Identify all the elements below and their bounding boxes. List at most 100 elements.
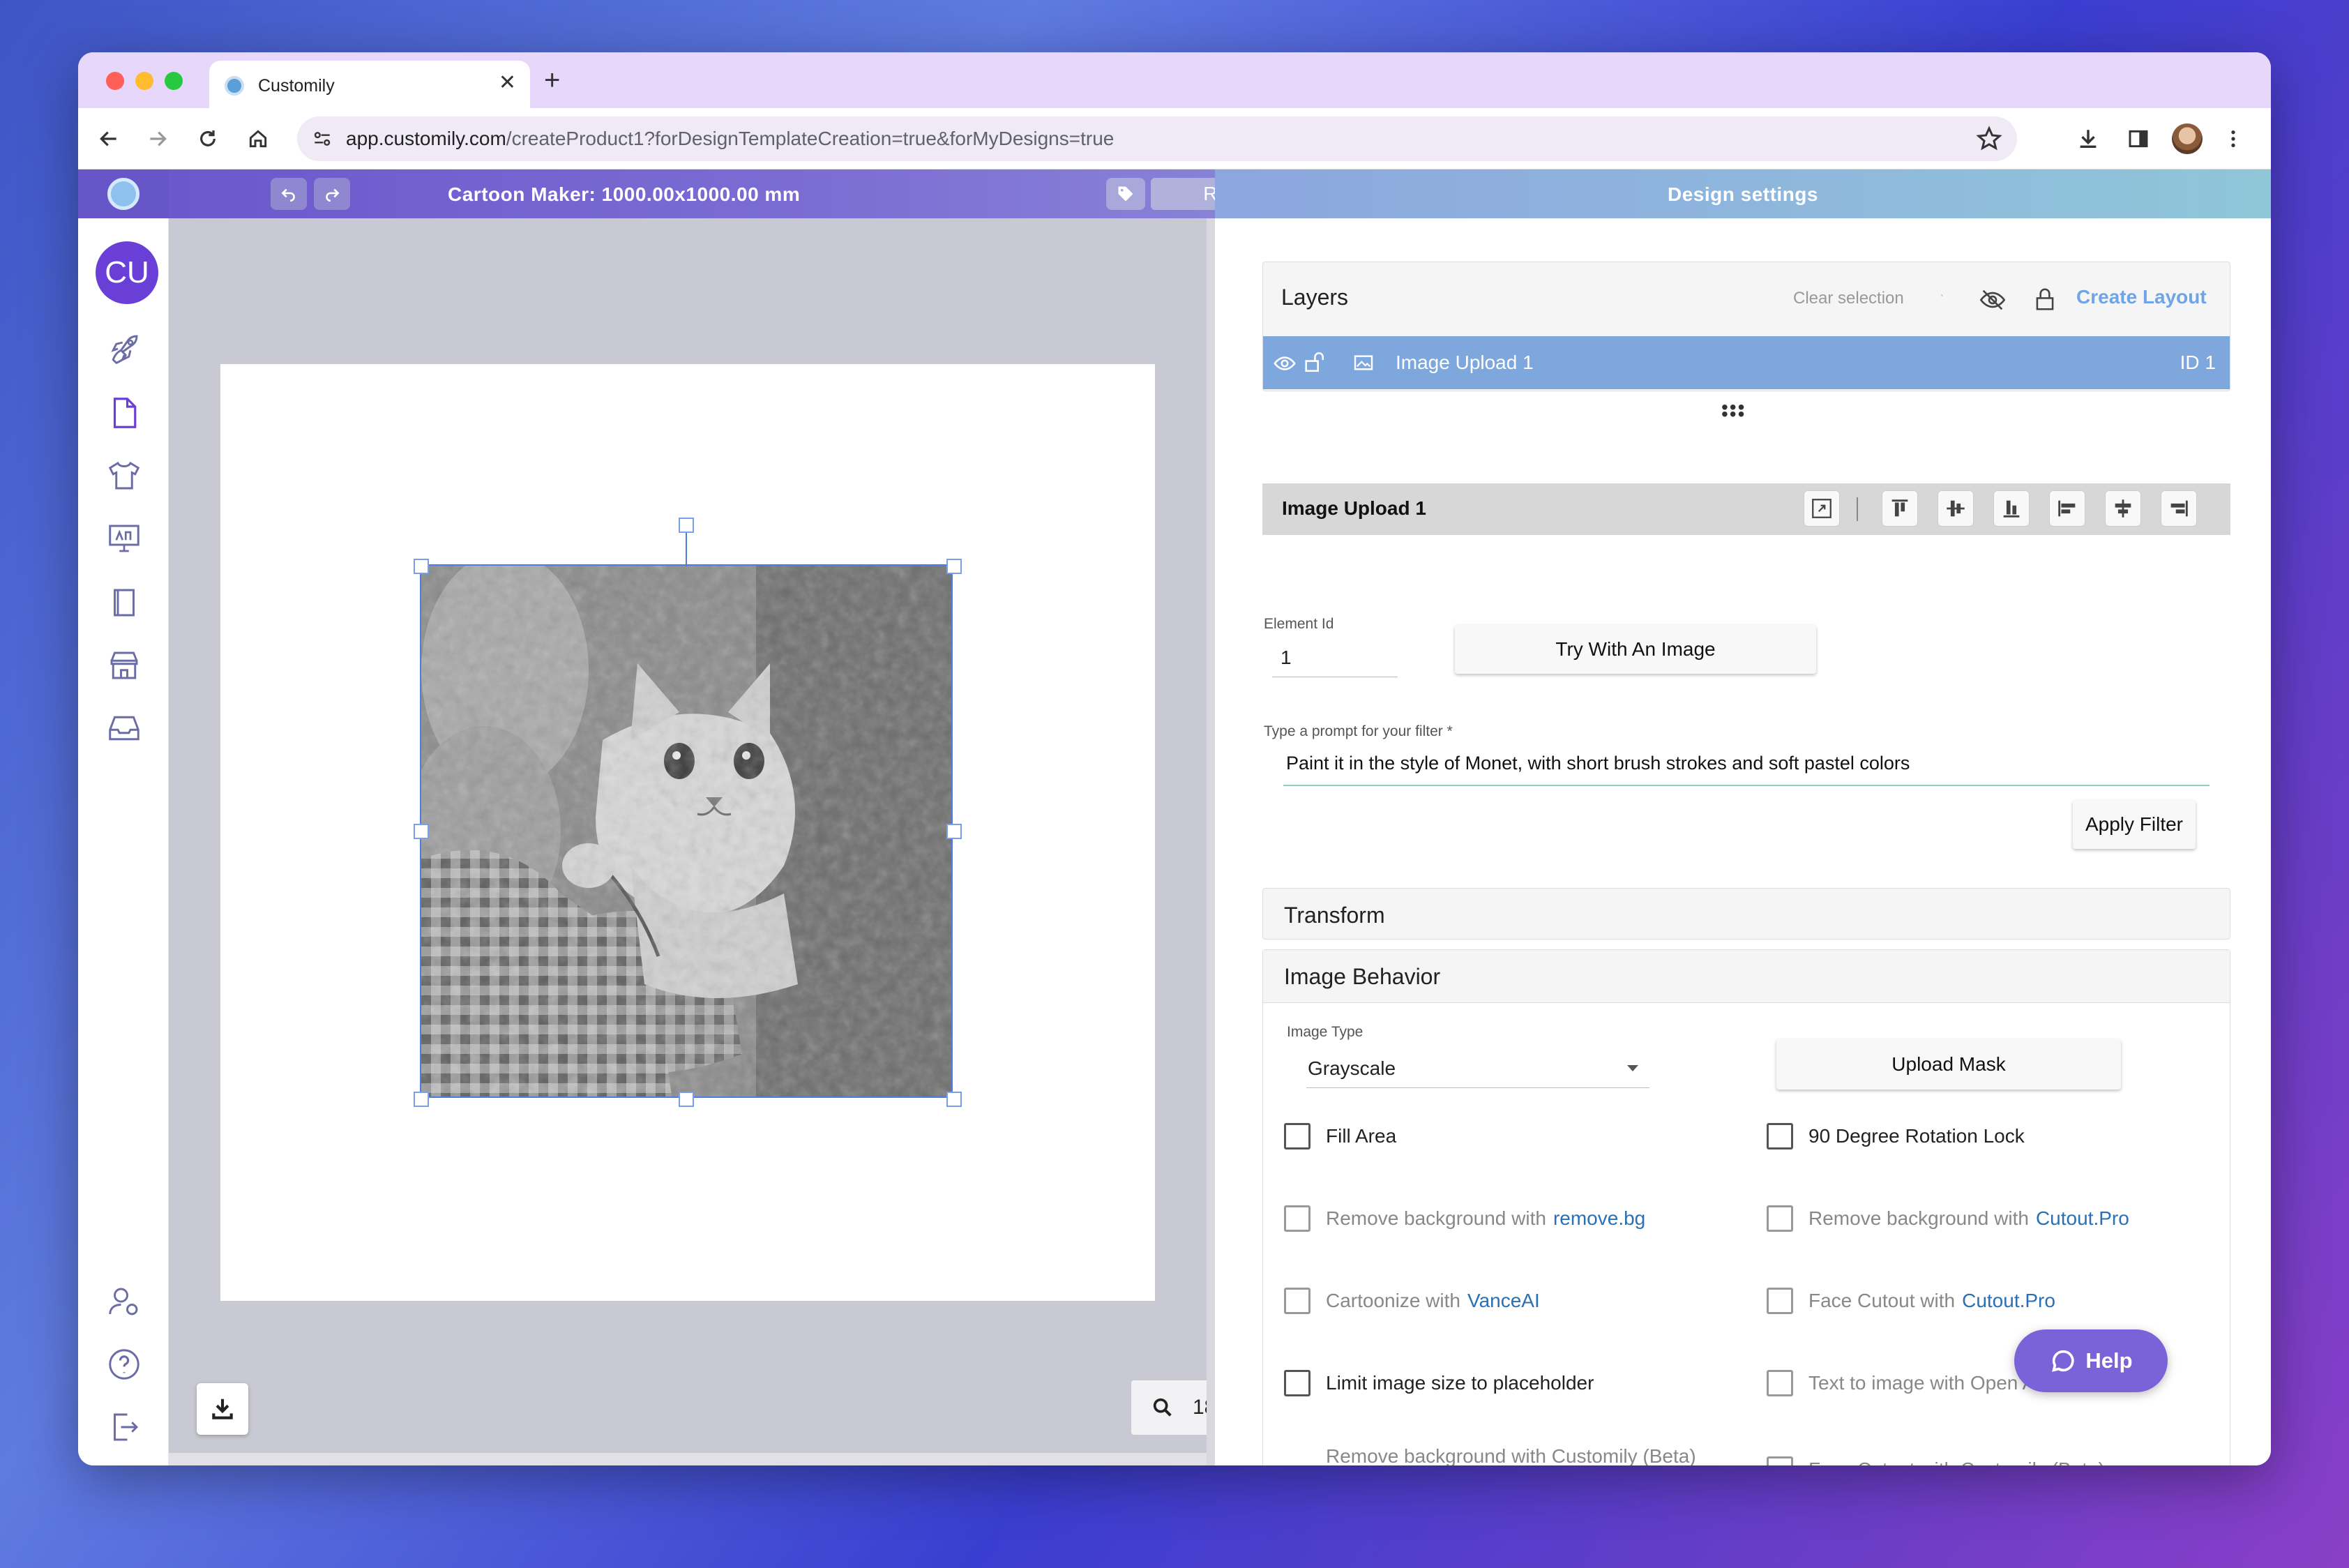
try-with-image-button[interactable]: Try With An Image <box>1455 625 1816 674</box>
tag-icon[interactable] <box>1106 178 1145 210</box>
resize-handle-left[interactable] <box>414 824 429 839</box>
text-to-image-checkbox[interactable]: Text to image with Open AI <box>1767 1370 2041 1396</box>
checkbox-box[interactable] <box>1284 1123 1311 1149</box>
cartoonize-checkbox[interactable]: Cartoonize with VanceAI <box>1284 1288 1540 1314</box>
design-page[interactable] <box>220 364 1155 1301</box>
lock-all-icon[interactable] <box>2032 286 2058 316</box>
tshirt-icon[interactable] <box>105 457 143 495</box>
checkbox-box[interactable] <box>1284 1370 1311 1396</box>
image-type-select[interactable]: Grayscale <box>1306 1048 1649 1088</box>
site-settings-icon[interactable] <box>311 128 333 150</box>
cutout-pro-checkbox[interactable]: Remove background with Cutout.Pro <box>1767 1205 2129 1232</box>
user-avatar[interactable]: CU <box>96 241 158 304</box>
resize-handle-top-left[interactable] <box>414 559 429 574</box>
removebg-customily-checkbox[interactable]: Remove background with Customily (Beta) <box>1284 1445 1696 1465</box>
face-cutout-customily-checkbox[interactable]: Face Cutout with Customily (Beta) <box>1767 1456 2105 1465</box>
home-icon[interactable] <box>243 123 273 154</box>
canvas-divider <box>1207 218 1215 1465</box>
hide-all-icon[interactable] <box>1979 286 2007 317</box>
image-upload-placeholder[interactable] <box>420 564 953 1098</box>
checkbox-box[interactable] <box>1767 1456 1793 1465</box>
store-icon[interactable] <box>105 647 143 684</box>
fill-area-checkbox[interactable]: Fill Area <box>1284 1123 1396 1149</box>
layer-row[interactable]: Image Upload 1 ID 1 <box>1263 336 2230 389</box>
chat-bubble-icon <box>2052 1350 2075 1372</box>
side-panel-icon[interactable] <box>2123 123 2154 154</box>
vanceai-link[interactable]: VanceAI <box>1467 1290 1540 1312</box>
align-horizontal-center-icon[interactable] <box>2105 490 2141 527</box>
user-settings-icon[interactable] <box>105 1283 143 1320</box>
fit-to-canvas-icon[interactable] <box>1804 490 1840 527</box>
download-design-button[interactable] <box>197 1383 248 1435</box>
align-vertical-center-icon[interactable] <box>1938 490 1974 527</box>
clear-selection-link[interactable]: Clear selection <box>1793 289 1904 308</box>
download-icon[interactable] <box>2073 123 2103 154</box>
book-icon[interactable] <box>105 584 143 621</box>
rotation-handle[interactable] <box>679 518 694 533</box>
back-icon[interactable] <box>93 123 124 154</box>
apply-filter-button[interactable]: Apply Filter <box>2073 800 2196 849</box>
address-bar[interactable]: app.customily.com/createProduct1?forDesi… <box>297 116 2017 161</box>
transform-section[interactable]: Transform <box>1262 888 2230 940</box>
redo-button[interactable] <box>314 178 350 210</box>
checkbox-box[interactable] <box>1284 1288 1311 1314</box>
horizontal-scrollbar[interactable] <box>169 1453 1207 1465</box>
reload-icon[interactable] <box>192 123 223 154</box>
browser-toolbar: app.customily.com/createProduct1?forDesi… <box>78 108 2271 169</box>
customily-logo-icon[interactable] <box>107 178 139 210</box>
resize-handle-right[interactable] <box>946 824 962 839</box>
checkbox-box[interactable] <box>1284 1205 1311 1232</box>
design-settings-header: Design settings <box>1215 169 2271 218</box>
panel-drag-handle-icon[interactable]: ••• ••• <box>1721 398 1746 424</box>
separator-dot: · <box>1940 287 1944 303</box>
checkbox-box[interactable] <box>1767 1123 1793 1149</box>
resize-handle-bottom-right[interactable] <box>946 1092 962 1107</box>
checkbox-box[interactable] <box>1767 1370 1793 1396</box>
layer-visibility-icon[interactable] <box>1273 352 1297 379</box>
removebg-checkbox[interactable]: Remove background with remove.bg <box>1284 1205 1645 1232</box>
checkbox-box[interactable] <box>1767 1205 1793 1232</box>
cutout-pro-link[interactable]: Cutout.Pro <box>2036 1207 2129 1230</box>
face-cutout-checkbox[interactable]: Face Cutout with Cutout.Pro <box>1767 1288 2055 1314</box>
forward-icon[interactable] <box>142 123 173 154</box>
maximize-window-button[interactable] <box>165 72 183 90</box>
profile-avatar[interactable] <box>2172 123 2203 154</box>
align-bottom-icon[interactable] <box>1993 490 2030 527</box>
undo-button[interactable] <box>271 178 307 210</box>
align-right-icon[interactable] <box>2161 490 2197 527</box>
element-id-input[interactable]: 1 <box>1272 635 1398 677</box>
help-chat-button[interactable]: Help <box>2014 1329 2168 1392</box>
monitor-design-icon[interactable] <box>105 520 143 557</box>
prompt-input[interactable]: Paint it in the style of Monet, with sho… <box>1283 743 2210 786</box>
checkbox-box[interactable] <box>1767 1288 1793 1314</box>
element-section-header: Image Upload 1 <box>1262 483 2230 535</box>
align-top-icon[interactable] <box>1882 490 1918 527</box>
toolbar-divider <box>1857 497 1858 521</box>
rotation-lock-checkbox[interactable]: 90 Degree Rotation Lock <box>1767 1123 2025 1149</box>
close-window-button[interactable] <box>106 72 124 90</box>
fill-area-label: Fill Area <box>1326 1125 1397 1147</box>
inbox-icon[interactable] <box>105 709 143 747</box>
image-behavior-header[interactable]: Image Behavior <box>1263 950 2230 1003</box>
align-left-icon[interactable] <box>2049 490 2085 527</box>
logout-icon[interactable] <box>105 1408 143 1446</box>
tab-close-icon[interactable]: ✕ <box>499 72 516 94</box>
new-tab-icon[interactable]: + <box>544 66 560 94</box>
rocket-icon[interactable] <box>105 330 143 368</box>
limit-size-checkbox[interactable]: Limit image size to placeholder <box>1284 1370 1594 1396</box>
minimize-window-button[interactable] <box>135 72 153 90</box>
face-cutout-link[interactable]: Cutout.Pro <box>1962 1290 2055 1312</box>
removebg-link[interactable]: remove.bg <box>1553 1207 1645 1230</box>
browser-menu-icon[interactable] <box>2218 123 2249 154</box>
layer-unlock-icon[interactable] <box>1302 350 1326 377</box>
customily-app: CU Cartoon Maker: 1000.00x1000.00 mm Des… <box>78 169 2271 1465</box>
help-circle-icon[interactable] <box>105 1345 143 1383</box>
create-layout-button[interactable]: Create Layout <box>2076 286 2207 308</box>
resize-handle-top-right[interactable] <box>946 559 962 574</box>
upload-mask-button[interactable]: Upload Mask <box>1776 1039 2121 1090</box>
document-icon[interactable] <box>105 394 143 432</box>
resize-handle-bottom[interactable] <box>679 1092 694 1107</box>
resize-handle-bottom-left[interactable] <box>414 1092 429 1107</box>
bookmark-star-icon[interactable] <box>1975 125 2003 153</box>
browser-tab[interactable]: Customily ✕ <box>209 61 530 108</box>
